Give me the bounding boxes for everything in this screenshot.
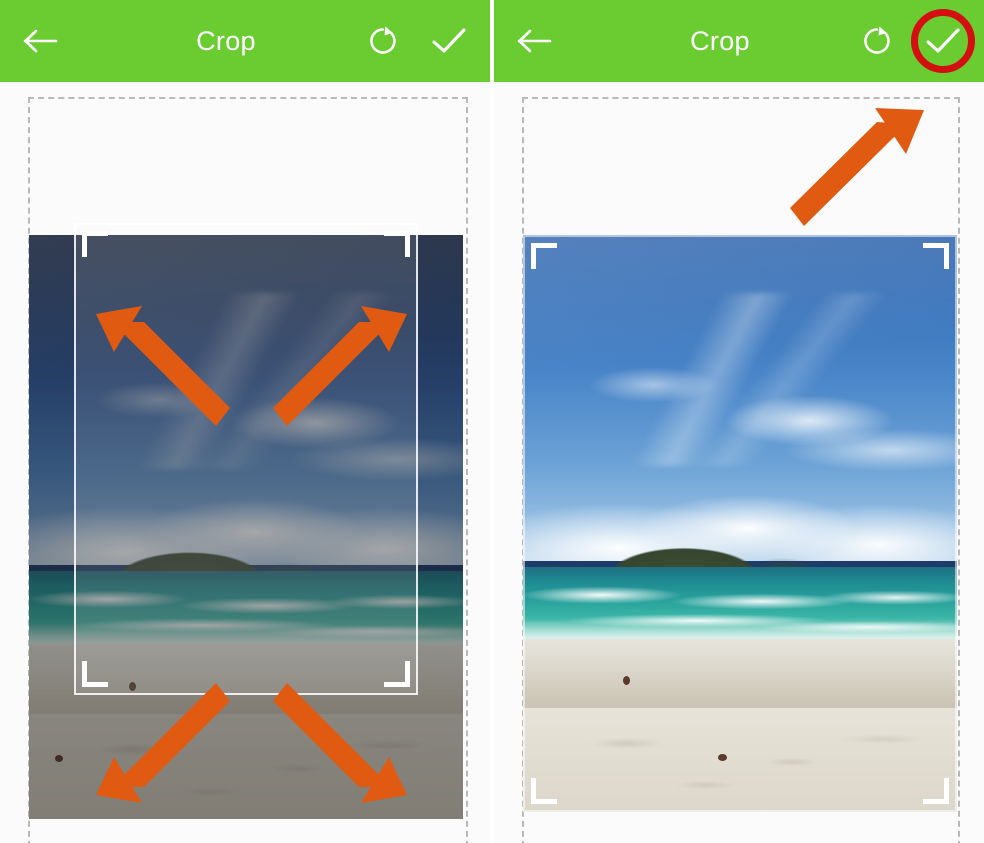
back-button-after[interactable] (512, 18, 558, 64)
crop-handle-top-right[interactable] (384, 231, 410, 257)
back-arrow-icon (517, 27, 553, 55)
photo-debris-2-before (55, 754, 64, 762)
crop-handle-bottom-right[interactable] (923, 778, 949, 804)
confirm-button-before[interactable] (426, 18, 472, 64)
toolbar-right-group-after (854, 9, 975, 73)
crop-handle-top-left[interactable] (82, 231, 108, 257)
canvas-after (494, 82, 984, 843)
crop-handle-bottom-right[interactable] (384, 661, 410, 687)
rotate-icon (366, 24, 400, 58)
toolbar-left-group-before (18, 18, 64, 64)
crop-handle-top-right[interactable] (923, 243, 949, 269)
toolbar-before: Crop (0, 0, 490, 82)
rotate-icon (860, 24, 894, 58)
checkmark-icon (924, 25, 962, 57)
crop-selection-box-after[interactable] (523, 235, 957, 812)
crop-handle-bottom-left[interactable] (531, 778, 557, 804)
photo-dry-sand-before (29, 713, 463, 819)
crop-handle-bottom-left[interactable] (82, 661, 108, 687)
toolbar-after: Crop (494, 0, 984, 82)
panel-before: Crop (0, 0, 490, 843)
confirm-button-after[interactable] (920, 18, 966, 64)
back-button-before[interactable] (18, 18, 64, 64)
checkmark-icon (430, 25, 468, 57)
toolbar-right-group-before (360, 18, 472, 64)
back-arrow-icon (23, 27, 59, 55)
page-title-after: Crop (690, 25, 750, 56)
rotate-button-before[interactable] (360, 18, 406, 64)
panel-after: Crop (494, 0, 984, 843)
tutorial-screenshot-pair: Crop Crop (0, 0, 984, 843)
crop-handle-top-left[interactable] (531, 243, 557, 269)
crop-selection-box-before[interactable] (74, 223, 418, 695)
toolbar-left-group-after (512, 18, 558, 64)
rotate-button-after[interactable] (854, 18, 900, 64)
page-title-before: Crop (196, 25, 256, 56)
canvas-before (0, 82, 490, 843)
